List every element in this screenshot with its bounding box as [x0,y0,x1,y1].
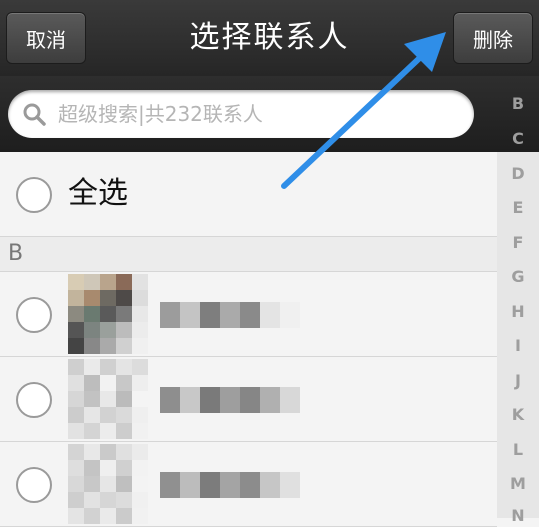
search-bar: 超级搜索|共232联系人 [0,76,539,152]
search-icon [23,103,46,126]
contact-list: 全选 B [0,152,497,527]
list-item[interactable] [0,442,497,527]
avatar [68,444,148,524]
contact-radio[interactable] [16,297,52,333]
delete-button[interactable]: 删除 [453,12,533,64]
contact-name-redacted [160,387,300,413]
select-all-label: 全选 [68,176,128,211]
alphabet-index[interactable]: B C D E F G H I J K L M N [497,76,539,525]
contact-name-redacted [160,472,300,498]
select-all-row[interactable]: 全选 [0,152,497,237]
index-letter-c[interactable]: C [497,129,539,148]
index-letter-k[interactable]: K [497,405,539,424]
top-navigation-bar: 取消 选择联系人 删除 [0,0,539,76]
avatar [68,359,148,439]
index-letter-e[interactable]: E [497,198,539,217]
index-letter-n[interactable]: N [497,506,539,525]
index-letter-l[interactable]: L [497,440,539,459]
cancel-button[interactable]: 取消 [6,12,86,64]
index-letter-b[interactable]: B [497,94,539,113]
index-letter-d[interactable]: D [497,164,539,183]
index-letter-g[interactable]: G [497,267,539,286]
index-letter-f[interactable]: F [497,233,539,252]
page-title: 选择联系人 [189,20,350,55]
index-letter-h[interactable]: H [497,302,539,321]
list-item[interactable] [0,357,497,442]
contact-radio[interactable] [16,382,52,418]
index-letter-i[interactable]: I [497,336,539,355]
list-item[interactable] [0,272,497,357]
index-letter-m[interactable]: M [497,474,539,493]
contact-radio[interactable] [16,467,52,503]
search-input[interactable]: 超级搜索|共232联系人 [8,90,474,138]
index-letter-j[interactable]: J [497,371,539,390]
select-all-radio[interactable] [16,177,52,213]
contact-name-redacted [160,302,300,328]
avatar [68,274,148,354]
search-placeholder: 超级搜索|共232联系人 [58,102,263,126]
section-header: B [0,237,497,272]
section-header-letter: B [8,241,24,266]
